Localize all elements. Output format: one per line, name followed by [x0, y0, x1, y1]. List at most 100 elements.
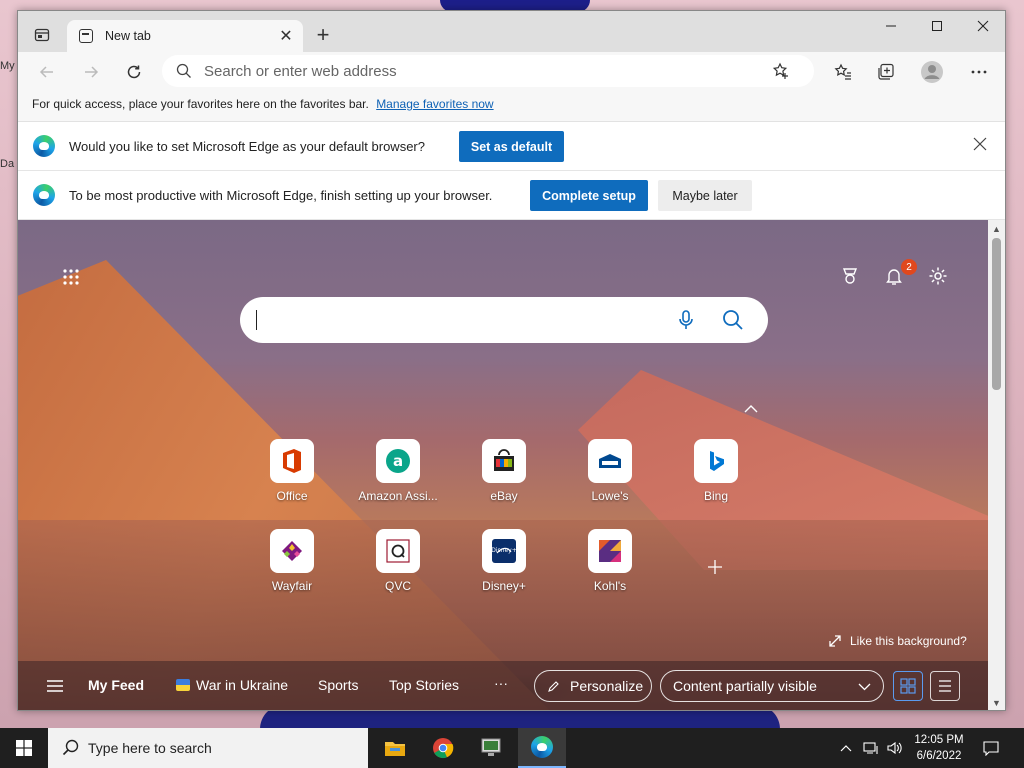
quick-link-office[interactable]: Office: [252, 439, 332, 503]
like-background-text: Like this background?: [850, 634, 967, 648]
close-tab-icon[interactable]: ✕: [275, 25, 297, 47]
rewards-icon[interactable]: [838, 264, 862, 288]
grid-view-icon[interactable]: [893, 671, 923, 701]
more-topics-icon[interactable]: ···: [494, 675, 508, 691]
collections-icon[interactable]: [871, 58, 901, 86]
tab-war-in-ukraine[interactable]: War in Ukraine: [176, 677, 288, 693]
volume-icon[interactable]: [884, 728, 906, 768]
add-quick-link-plus-icon[interactable]: [704, 556, 726, 578]
ebay-icon: [482, 439, 526, 483]
tab-new-tab[interactable]: New tab ✕: [67, 20, 303, 52]
scroll-up-arrow-icon[interactable]: ▲: [988, 221, 1005, 237]
edge-logo-icon: [531, 736, 553, 758]
tab-sports[interactable]: Sports: [318, 677, 358, 693]
page-settings-gear-icon[interactable]: [925, 263, 951, 289]
amazon-assistant-icon: a: [376, 439, 420, 483]
quick-link-label: QVC: [384, 579, 411, 593]
profile-avatar[interactable]: [917, 58, 947, 86]
more-options-icon[interactable]: [964, 58, 994, 86]
start-button[interactable]: [0, 728, 48, 768]
add-favorite-icon[interactable]: [772, 62, 790, 80]
favorites-bar-message: For quick access, place your favorites h…: [32, 97, 369, 111]
quick-link-label: Amazon Assi...: [358, 489, 438, 503]
quick-link-label: Disney+: [482, 579, 526, 593]
tab-strip: New tab ✕ +: [18, 11, 1005, 52]
feed-menu-hamburger-icon[interactable]: [46, 679, 64, 696]
clock[interactable]: 12:05 PM 6/6/2022: [908, 728, 970, 768]
maximize-button[interactable]: [914, 11, 960, 41]
close-infobar-icon[interactable]: [973, 137, 987, 151]
content-visibility-dropdown[interactable]: Content partially visible: [660, 670, 884, 702]
edge-taskbar-icon[interactable]: [518, 728, 566, 768]
svg-text:Disney+: Disney+: [491, 547, 517, 554]
personalize-button[interactable]: Personalize: [534, 670, 652, 702]
feed-tab-label: War in Ukraine: [196, 677, 289, 693]
notification-center-icon[interactable]: [975, 728, 1007, 768]
web-search-input[interactable]: [259, 311, 659, 329]
quick-link-label: Lowe's: [591, 489, 629, 503]
quick-link-label: Wayfair: [271, 579, 313, 593]
scrollbar-thumb[interactable]: [992, 238, 1001, 390]
tab-top-stories[interactable]: Top Stories: [389, 677, 459, 693]
pencil-icon: [548, 680, 559, 692]
edge-logo-icon: [33, 135, 55, 157]
web-search-box[interactable]: [240, 297, 768, 343]
desktop-icon-label[interactable]: My: [0, 60, 15, 72]
manage-favorites-link[interactable]: Manage favorites now: [376, 97, 493, 111]
list-view-icon[interactable]: [930, 671, 960, 701]
quick-link-ebay[interactable]: eBay: [464, 439, 544, 503]
tab-my-feed[interactable]: My Feed: [88, 677, 144, 693]
search-icon: [176, 63, 191, 78]
default-browser-message: Would you like to set Microsoft Edge as …: [69, 138, 425, 154]
lowes-icon: [588, 439, 632, 483]
collapse-quick-links-chevron-up-icon[interactable]: [742, 400, 760, 416]
clock-date: 6/6/2022: [916, 750, 962, 762]
quick-link-lowes[interactable]: Lowe's: [570, 439, 650, 503]
ukraine-flag-icon: [176, 679, 190, 691]
quick-link-amazon-assistant[interactable]: a Amazon Assi...: [358, 439, 438, 503]
quick-link-label: eBay: [490, 489, 518, 503]
kohls-icon: [588, 529, 632, 573]
desktop-icon-label[interactable]: Da: [0, 158, 14, 170]
tab-actions-icon[interactable]: [28, 22, 56, 48]
expand-arrows-icon: [829, 635, 841, 647]
navigation-toolbar: [18, 52, 1005, 92]
quick-link-disney-plus[interactable]: Disney+ Disney+: [464, 529, 544, 593]
file-explorer-taskbar-icon[interactable]: [371, 728, 419, 768]
complete-setup-button[interactable]: Complete setup: [530, 180, 648, 211]
svg-text:a: a: [393, 452, 403, 470]
address-bar[interactable]: [162, 55, 814, 87]
edge-logo-icon: [33, 184, 55, 206]
taskbar-search-box[interactable]: Type here to search: [48, 728, 368, 768]
chrome-taskbar-icon[interactable]: [419, 728, 467, 768]
quick-link-kohls[interactable]: Kohl's: [570, 529, 650, 593]
search-submit-icon[interactable]: [722, 309, 744, 331]
chevron-down-icon: [858, 683, 871, 691]
system-monitor-taskbar-icon[interactable]: [467, 728, 515, 768]
content-visibility-value: Content partially visible: [673, 678, 817, 694]
address-input[interactable]: [204, 62, 764, 80]
personalize-label: Personalize: [570, 678, 644, 694]
forward-button[interactable]: [76, 58, 106, 86]
quick-link-wayfair[interactable]: Wayfair: [252, 529, 332, 593]
quick-link-qvc[interactable]: QVC: [358, 529, 438, 593]
new-tab-button[interactable]: +: [311, 22, 335, 47]
refresh-button[interactable]: [119, 58, 149, 86]
quick-link-bing[interactable]: Bing: [676, 439, 756, 503]
show-hidden-icons-chevron-up-icon[interactable]: [836, 728, 856, 768]
page-scrollbar[interactable]: ▲ ▼: [988, 220, 1005, 710]
network-icon[interactable]: [860, 728, 882, 768]
close-window-button[interactable]: [960, 11, 1005, 41]
minimize-button[interactable]: [868, 11, 914, 41]
windows-taskbar: Type here to search 12:05 PM 6/6/2022: [0, 728, 1024, 768]
set-as-default-button[interactable]: Set as default: [459, 131, 564, 162]
like-background-button[interactable]: Like this background?: [828, 634, 967, 648]
favorites-icon[interactable]: [828, 58, 858, 86]
app-launcher-icon[interactable]: [60, 266, 82, 288]
back-button[interactable]: [32, 58, 62, 86]
voice-search-microphone-icon[interactable]: [677, 309, 695, 331]
maybe-later-button[interactable]: Maybe later: [658, 180, 752, 211]
edge-browser-window: New tab ✕ + Search or enter web address …: [17, 10, 1006, 711]
scroll-down-arrow-icon[interactable]: ▼: [988, 695, 1005, 710]
qvc-icon: [376, 529, 420, 573]
